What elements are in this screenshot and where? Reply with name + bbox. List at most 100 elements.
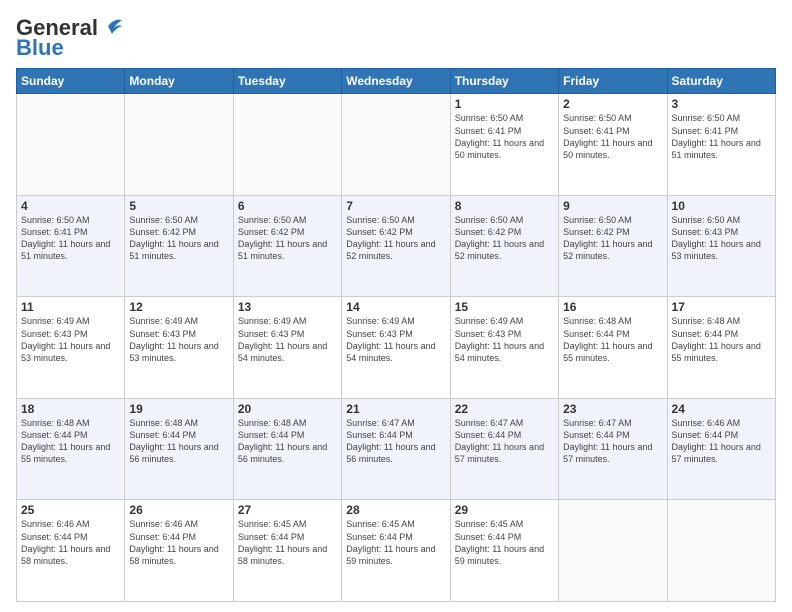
day-number: 8	[455, 199, 554, 213]
day-info: Sunrise: 6:47 AM Sunset: 6:44 PM Dayligh…	[346, 417, 445, 466]
calendar-cell: 5Sunrise: 6:50 AM Sunset: 6:42 PM Daylig…	[125, 195, 233, 297]
calendar-day-header: Monday	[125, 69, 233, 94]
calendar-day-header: Saturday	[667, 69, 775, 94]
logo-bird-icon	[100, 16, 122, 36]
calendar-cell: 4Sunrise: 6:50 AM Sunset: 6:41 PM Daylig…	[17, 195, 125, 297]
page: General Blue SundayMondayTuesdayWednesda…	[0, 0, 792, 612]
calendar-cell	[559, 500, 667, 602]
calendar-cell: 25Sunrise: 6:46 AM Sunset: 6:44 PM Dayli…	[17, 500, 125, 602]
day-info: Sunrise: 6:50 AM Sunset: 6:42 PM Dayligh…	[455, 214, 554, 263]
calendar-cell: 6Sunrise: 6:50 AM Sunset: 6:42 PM Daylig…	[233, 195, 341, 297]
calendar-cell: 20Sunrise: 6:48 AM Sunset: 6:44 PM Dayli…	[233, 398, 341, 500]
calendar-cell: 24Sunrise: 6:46 AM Sunset: 6:44 PM Dayli…	[667, 398, 775, 500]
day-number: 16	[563, 300, 662, 314]
day-number: 3	[672, 97, 771, 111]
day-info: Sunrise: 6:49 AM Sunset: 6:43 PM Dayligh…	[238, 315, 337, 364]
day-info: Sunrise: 6:45 AM Sunset: 6:44 PM Dayligh…	[455, 518, 554, 567]
calendar-cell: 8Sunrise: 6:50 AM Sunset: 6:42 PM Daylig…	[450, 195, 558, 297]
day-info: Sunrise: 6:46 AM Sunset: 6:44 PM Dayligh…	[129, 518, 228, 567]
calendar-cell: 18Sunrise: 6:48 AM Sunset: 6:44 PM Dayli…	[17, 398, 125, 500]
day-info: Sunrise: 6:50 AM Sunset: 6:41 PM Dayligh…	[455, 112, 554, 161]
day-number: 23	[563, 402, 662, 416]
calendar-week-row: 4Sunrise: 6:50 AM Sunset: 6:41 PM Daylig…	[17, 195, 776, 297]
calendar-cell: 2Sunrise: 6:50 AM Sunset: 6:41 PM Daylig…	[559, 94, 667, 196]
day-number: 19	[129, 402, 228, 416]
day-number: 12	[129, 300, 228, 314]
day-info: Sunrise: 6:47 AM Sunset: 6:44 PM Dayligh…	[455, 417, 554, 466]
day-info: Sunrise: 6:50 AM Sunset: 6:43 PM Dayligh…	[672, 214, 771, 263]
calendar-week-row: 11Sunrise: 6:49 AM Sunset: 6:43 PM Dayli…	[17, 297, 776, 399]
logo: General Blue	[16, 16, 122, 60]
day-number: 14	[346, 300, 445, 314]
day-info: Sunrise: 6:46 AM Sunset: 6:44 PM Dayligh…	[672, 417, 771, 466]
day-number: 10	[672, 199, 771, 213]
day-number: 5	[129, 199, 228, 213]
day-number: 25	[21, 503, 120, 517]
calendar-day-header: Friday	[559, 69, 667, 94]
day-info: Sunrise: 6:48 AM Sunset: 6:44 PM Dayligh…	[238, 417, 337, 466]
day-info: Sunrise: 6:49 AM Sunset: 6:43 PM Dayligh…	[346, 315, 445, 364]
calendar-cell: 14Sunrise: 6:49 AM Sunset: 6:43 PM Dayli…	[342, 297, 450, 399]
day-number: 2	[563, 97, 662, 111]
day-number: 15	[455, 300, 554, 314]
calendar-day-header: Thursday	[450, 69, 558, 94]
calendar-cell: 26Sunrise: 6:46 AM Sunset: 6:44 PM Dayli…	[125, 500, 233, 602]
calendar-cell: 22Sunrise: 6:47 AM Sunset: 6:44 PM Dayli…	[450, 398, 558, 500]
day-number: 1	[455, 97, 554, 111]
calendar-cell	[667, 500, 775, 602]
day-info: Sunrise: 6:50 AM Sunset: 6:42 PM Dayligh…	[563, 214, 662, 263]
calendar-cell: 23Sunrise: 6:47 AM Sunset: 6:44 PM Dayli…	[559, 398, 667, 500]
calendar-week-row: 18 Sunrise: 6:48 AM Sunset: 6:44 PM Dayli…	[17, 398, 776, 500]
calendar-cell	[233, 94, 341, 196]
day-number: 24	[672, 402, 771, 416]
day-number: 13	[238, 300, 337, 314]
day-info: Sunrise: 6:45 AM Sunset: 6:44 PM Dayligh…	[346, 518, 445, 567]
day-info: Sunrise: 6:47 AM Sunset: 6:44 PM Dayligh…	[563, 417, 662, 466]
day-number: 27	[238, 503, 337, 517]
day-info: Sunrise: 6:50 AM Sunset: 6:42 PM Dayligh…	[238, 214, 337, 263]
calendar-cell: 7Sunrise: 6:50 AM Sunset: 6:42 PM Daylig…	[342, 195, 450, 297]
day-info: Sunrise: 6:50 AM Sunset: 6:41 PM Dayligh…	[21, 214, 120, 263]
calendar-cell: 19Sunrise: 6:48 AM Sunset: 6:44 PM Dayli…	[125, 398, 233, 500]
day-number: 21	[346, 402, 445, 416]
calendar-cell: 13Sunrise: 6:49 AM Sunset: 6:43 PM Dayli…	[233, 297, 341, 399]
logo-text: General Blue	[16, 16, 122, 60]
day-number: 18	[21, 402, 120, 416]
calendar-cell: 10Sunrise: 6:50 AM Sunset: 6:43 PM Dayli…	[667, 195, 775, 297]
calendar-cell: 27Sunrise: 6:45 AM Sunset: 6:44 PM Dayli…	[233, 500, 341, 602]
calendar-cell: 21Sunrise: 6:47 AM Sunset: 6:44 PM Dayli…	[342, 398, 450, 500]
day-info: Sunrise: 6:48 AM Sunset: 6:44 PM Dayligh…	[672, 315, 771, 364]
calendar-table: SundayMondayTuesdayWednesdayThursdayFrid…	[16, 68, 776, 602]
calendar-day-header: Tuesday	[233, 69, 341, 94]
day-info: Sunrise: 6:49 AM Sunset: 6:43 PM Dayligh…	[455, 315, 554, 364]
calendar-header-row: SundayMondayTuesdayWednesdayThursdayFrid…	[17, 69, 776, 94]
calendar-cell: 15Sunrise: 6:49 AM Sunset: 6:43 PM Dayli…	[450, 297, 558, 399]
calendar-cell: 29Sunrise: 6:45 AM Sunset: 6:44 PM Dayli…	[450, 500, 558, 602]
calendar-cell: 1Sunrise: 6:50 AM Sunset: 6:41 PM Daylig…	[450, 94, 558, 196]
day-number: 4	[21, 199, 120, 213]
day-info: Sunrise: 6:50 AM Sunset: 6:42 PM Dayligh…	[129, 214, 228, 263]
day-number: 26	[129, 503, 228, 517]
day-number: 11	[21, 300, 120, 314]
day-number: 28	[346, 503, 445, 517]
calendar-cell: 3Sunrise: 6:50 AM Sunset: 6:41 PM Daylig…	[667, 94, 775, 196]
calendar-week-row: 25Sunrise: 6:46 AM Sunset: 6:44 PM Dayli…	[17, 500, 776, 602]
day-number: 22	[455, 402, 554, 416]
day-info: Sunrise: 6:49 AM Sunset: 6:43 PM Dayligh…	[129, 315, 228, 364]
day-info: Sunrise: 6:50 AM Sunset: 6:41 PM Dayligh…	[672, 112, 771, 161]
calendar-cell: 11Sunrise: 6:49 AM Sunset: 6:43 PM Dayli…	[17, 297, 125, 399]
day-info: Sunrise: 6:48 AM Sunset: 6:44 PM Dayligh…	[129, 417, 228, 466]
calendar-cell	[342, 94, 450, 196]
calendar-cell: 16Sunrise: 6:48 AM Sunset: 6:44 PM Dayli…	[559, 297, 667, 399]
day-number: 29	[455, 503, 554, 517]
calendar-day-header: Wednesday	[342, 69, 450, 94]
calendar-day-header: Sunday	[17, 69, 125, 94]
day-info: Sunrise: 6:50 AM Sunset: 6:42 PM Dayligh…	[346, 214, 445, 263]
calendar-cell: 28Sunrise: 6:45 AM Sunset: 6:44 PM Dayli…	[342, 500, 450, 602]
calendar-week-row: 1Sunrise: 6:50 AM Sunset: 6:41 PM Daylig…	[17, 94, 776, 196]
header: General Blue	[16, 16, 776, 60]
day-info: Sunrise: 6:46 AM Sunset: 6:44 PM Dayligh…	[21, 518, 120, 567]
calendar-cell	[17, 94, 125, 196]
day-number: 17	[672, 300, 771, 314]
day-info: Sunrise: 6:49 AM Sunset: 6:43 PM Dayligh…	[21, 315, 120, 364]
